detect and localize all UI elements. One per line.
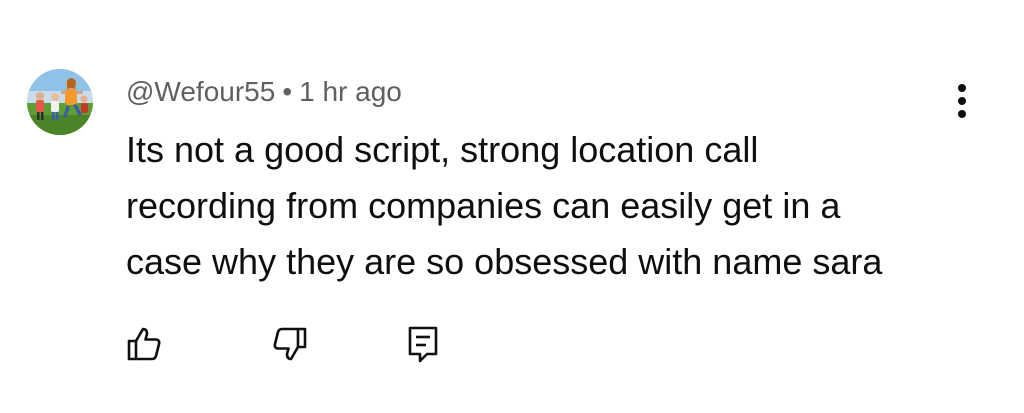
comment-text-line: case why they are so obsessed with name …: [126, 241, 883, 282]
thumbs-down-icon: [273, 327, 307, 361]
author-handle[interactable]: @Wefour55: [126, 76, 275, 107]
comment-text: Its not a good script, strong location c…: [126, 122, 966, 290]
dislike-button[interactable]: [266, 320, 314, 368]
avatar[interactable]: [27, 69, 93, 135]
comment-card: @Wefour55 • 1 hr ago Its not a good script…: [0, 0, 1024, 413]
timestamp[interactable]: 1 hr ago: [299, 76, 402, 107]
comment-meta: @Wefour55 • 1 hr ago: [126, 74, 402, 110]
like-button[interactable]: [120, 320, 168, 368]
reply-comment-icon: [408, 326, 438, 363]
meta-separator: •: [282, 76, 293, 107]
comment-text-line: Its not a good script, strong location c…: [126, 129, 759, 170]
reply-button[interactable]: [399, 320, 447, 368]
more-options-button[interactable]: [944, 80, 980, 122]
comment-actions: [0, 320, 1024, 368]
avatar-photo: [27, 69, 93, 135]
comment-text-line: recording from companies can easily get …: [126, 185, 841, 226]
more-vert-icon: [958, 84, 966, 118]
thumbs-up-icon: [127, 327, 161, 361]
